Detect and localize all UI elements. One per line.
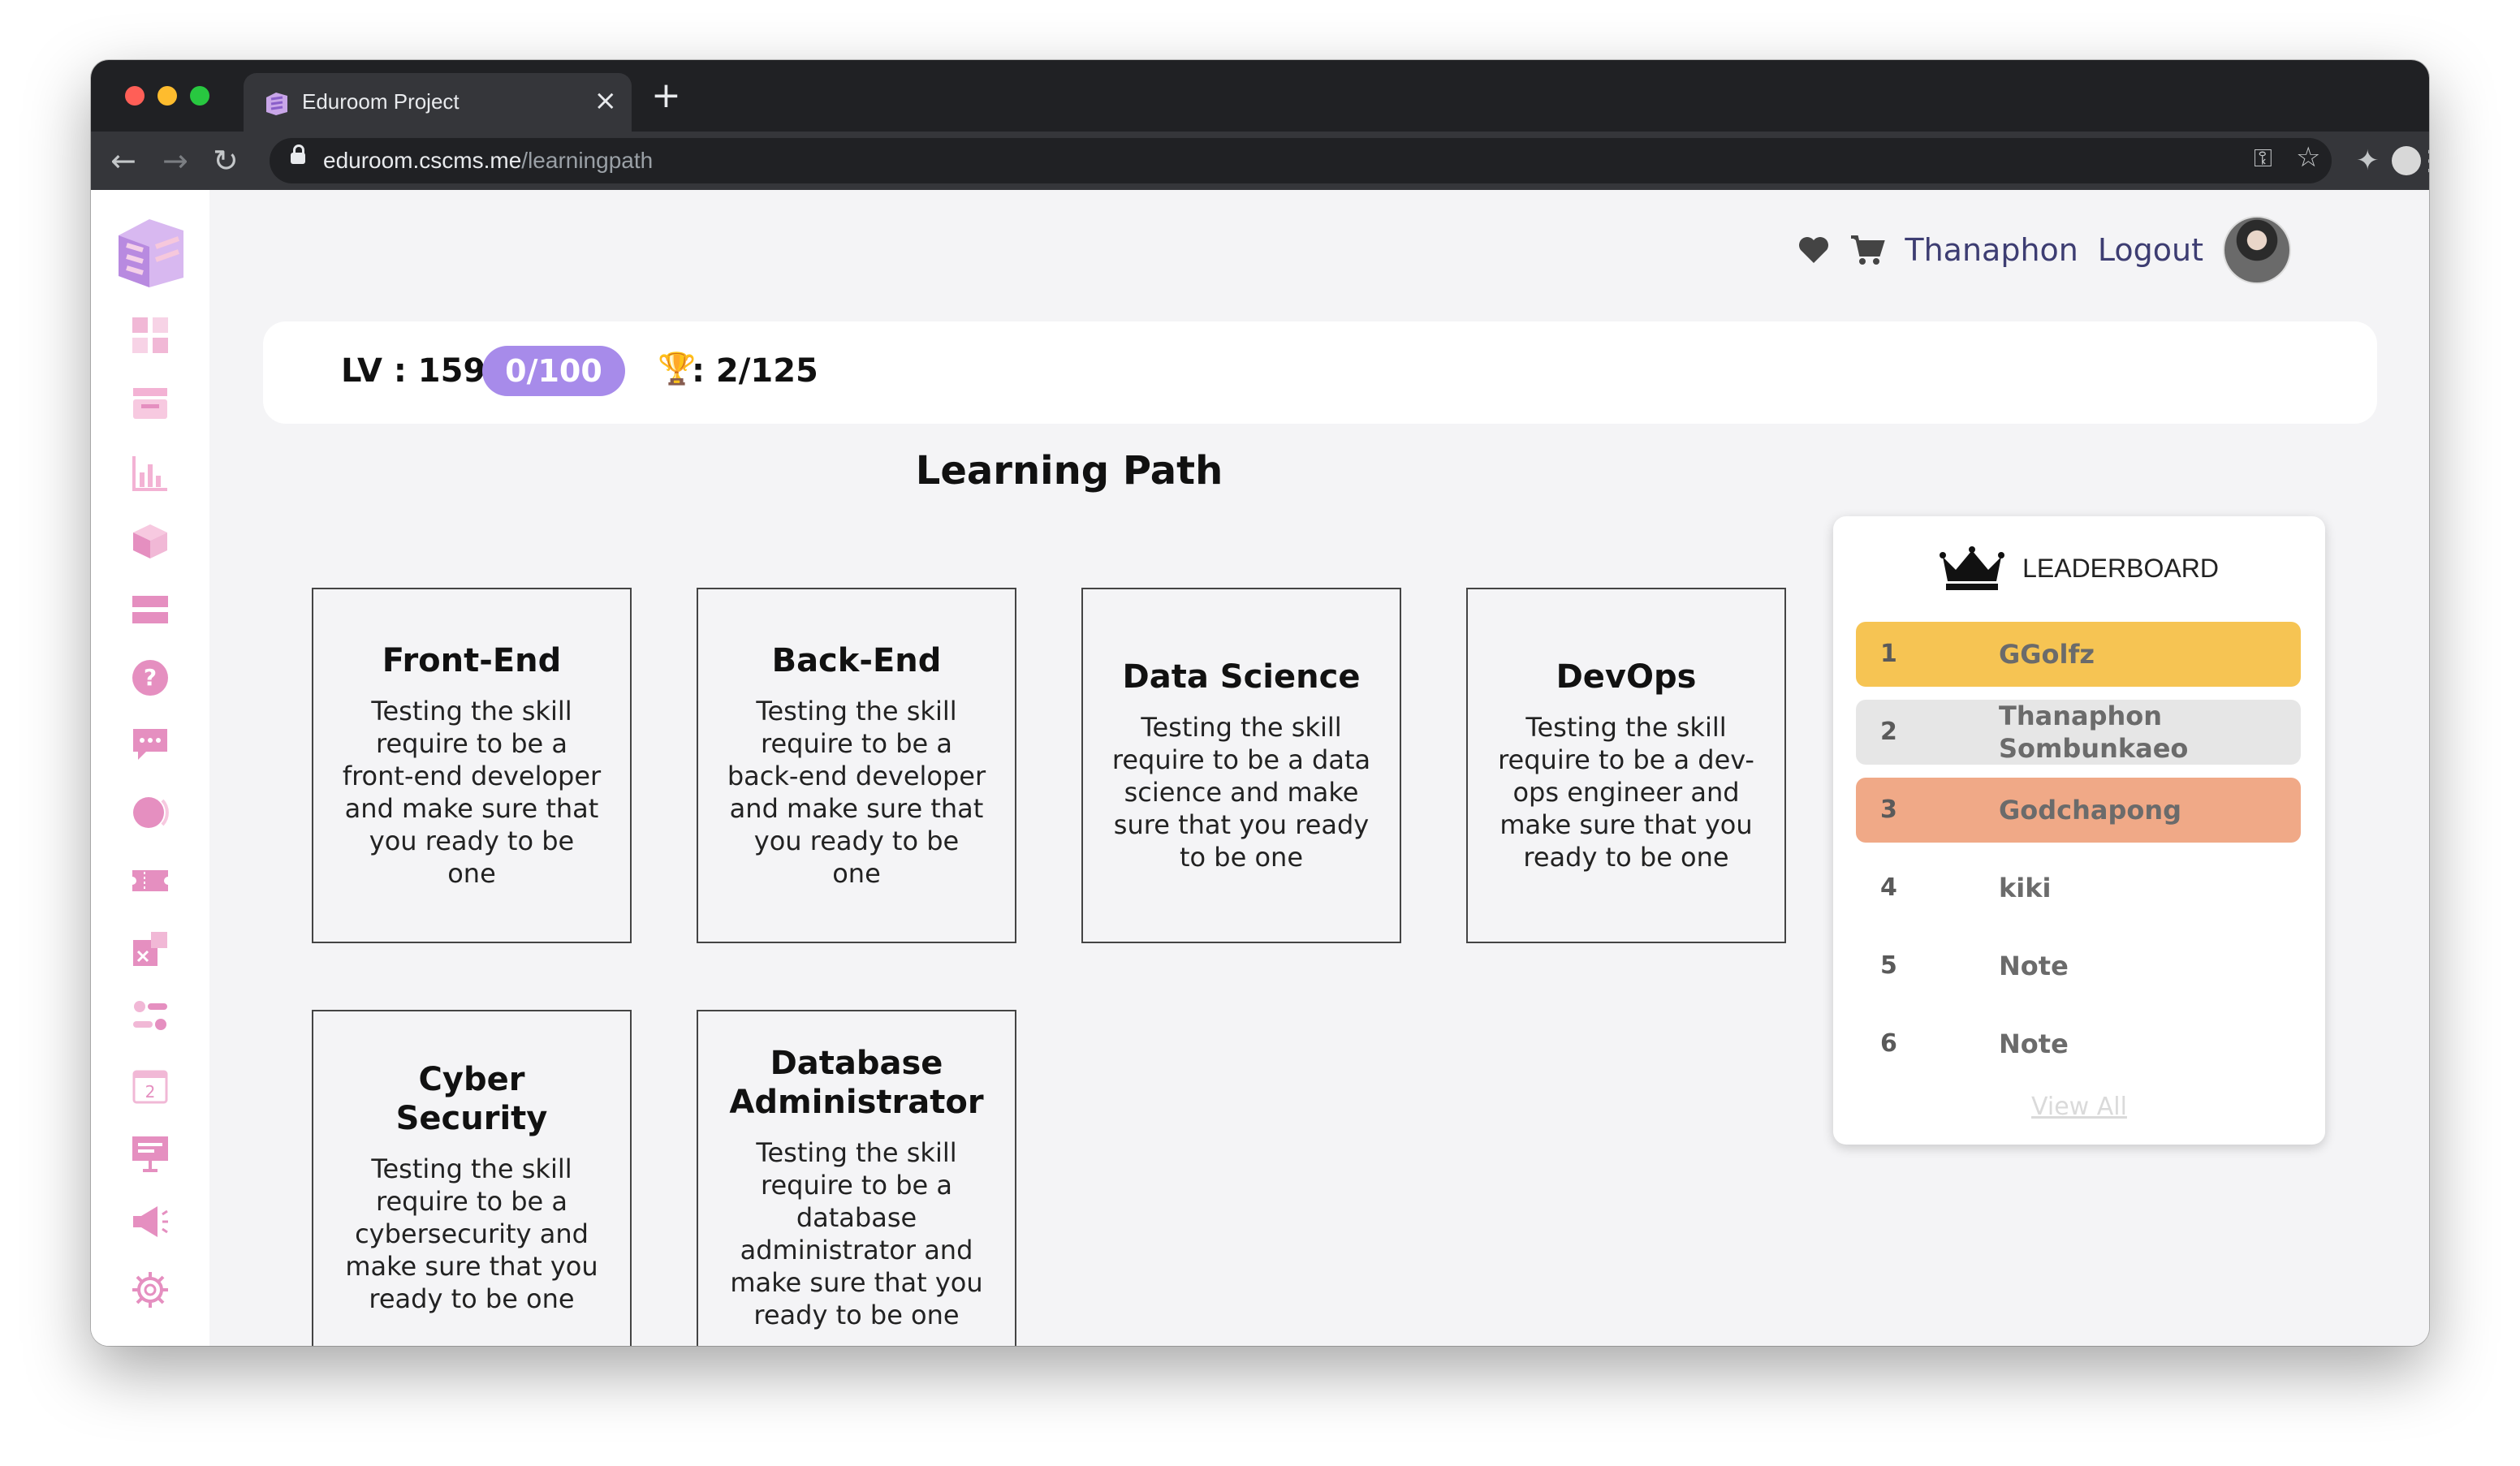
new-tab-button[interactable]: +: [651, 78, 681, 114]
logout-link[interactable]: Logout: [2098, 232, 2203, 268]
path-card-cyber-security[interactable]: Cyber Security Testing the skill require…: [312, 1010, 632, 1346]
rank: 2: [1880, 718, 1897, 746]
leaderboard-panel: LEADERBOARD 1 GGolfz 2 Thanaphon Sombunk…: [1833, 516, 2325, 1145]
browser-toolbar: ← → ↻ eduroom.cscms.me/learningpath ⚿ ☆ …: [91, 132, 2429, 190]
card-description: Testing the skill require to be a front-…: [342, 696, 602, 889]
player-name: Thanaphon Sombunkaeo: [1999, 701, 2189, 764]
lock-icon: [291, 144, 305, 164]
ticket-icon[interactable]: [128, 859, 172, 903]
pie-icon[interactable]: [128, 791, 172, 834]
toggle-icon[interactable]: [128, 994, 172, 1037]
cart-icon[interactable]: [1849, 234, 1886, 266]
leaderboard-row: 5 Note: [1856, 933, 2301, 998]
path-card-front-end[interactable]: Front-End Testing the skill require to b…: [312, 588, 632, 943]
forward-icon[interactable]: →: [162, 143, 188, 179]
card-description: Testing the skill require to be a dev-op…: [1498, 712, 1754, 873]
dashboard-icon[interactable]: [128, 313, 172, 357]
username-link[interactable]: Thanaphon: [1905, 232, 2078, 268]
rank: 6: [1880, 1029, 1897, 1058]
card-title: Data Science: [1122, 658, 1361, 696]
path-card-devops[interactable]: DevOps Testing the skill require to be a…: [1466, 588, 1786, 943]
gear-icon[interactable]: [128, 1268, 172, 1312]
presentation-icon[interactable]: [128, 1132, 172, 1175]
leaderboard-title: LEADERBOARD: [2022, 553, 2219, 583]
address-bar[interactable]: eduroom.cscms.me/learningpath ⚿ ☆: [270, 138, 2332, 183]
zoom-window-button[interactable]: [190, 86, 209, 106]
star-icon[interactable]: ☆: [2296, 141, 2320, 174]
xp-badge: 0/100: [482, 346, 625, 396]
svg-text:2: 2: [145, 1082, 156, 1102]
level-text: LV : 159: [341, 352, 486, 390]
leaderboard-row: 4 kiki: [1856, 856, 2301, 921]
key-icon[interactable]: ⚿: [2254, 143, 2272, 175]
browser-window: Eduroom Project × + ← → ↻ eduroom.cscms.…: [91, 60, 2429, 1346]
top-nav: Thanaphon Logout: [1797, 216, 2291, 284]
cube-icon[interactable]: [128, 520, 172, 563]
player-name: GGolfz: [1999, 639, 2095, 670]
crown-icon: [1940, 546, 2005, 590]
card-title: Database Administrator: [729, 1045, 984, 1121]
stats-bar: LV : 159 0/100 🏆 : 2/125: [263, 321, 2377, 424]
help-icon[interactable]: ?: [128, 656, 172, 700]
close-window-button[interactable]: [125, 86, 145, 106]
card-title: Front-End: [382, 642, 562, 679]
eduroom-favicon-icon: [266, 93, 287, 115]
path-card-back-end[interactable]: Back-End Testing the skill require to be…: [697, 588, 1016, 943]
path-card-data-science[interactable]: Data Science Testing the skill require t…: [1081, 588, 1401, 943]
leaderboard-row: 2 Thanaphon Sombunkaeo: [1856, 700, 2301, 765]
reload-icon[interactable]: ↻: [213, 143, 239, 179]
card-description: Testing the skill require to be a databa…: [730, 1137, 983, 1330]
trophy-icon: 🏆: [658, 351, 697, 386]
heart-icon[interactable]: [1797, 235, 1830, 265]
view-all-link[interactable]: View All: [1833, 1093, 2325, 1121]
rank: 5: [1880, 951, 1897, 980]
minimize-window-button[interactable]: [158, 86, 177, 106]
svg-text:?: ?: [144, 664, 157, 691]
inbox-icon[interactable]: [128, 382, 172, 425]
card-description: Testing the skill require to be a cybers…: [345, 1153, 598, 1314]
player-name: Note: [1999, 951, 2069, 981]
card-title: Back-End: [771, 642, 942, 679]
card-title: DevOps: [1556, 658, 1697, 696]
tab-strip: Eduroom Project × +: [91, 60, 2429, 132]
sidebar: ? 2: [91, 190, 209, 1346]
leaderboard-row: 6 Note: [1856, 1011, 2301, 1076]
eduroom-logo-icon[interactable]: [115, 214, 185, 289]
rank: 3: [1880, 796, 1897, 824]
card-description: Testing the skill require to be a back-e…: [727, 696, 986, 889]
page-title: Learning Path: [915, 448, 1223, 494]
leaderboard-header: LEADERBOARD: [1833, 544, 2325, 593]
rank: 4: [1880, 873, 1897, 902]
chat-icon[interactable]: [128, 722, 172, 766]
close-tab-icon[interactable]: ×: [594, 84, 618, 117]
user-avatar[interactable]: [2223, 216, 2291, 284]
card-title: Cyber Security: [395, 1061, 548, 1137]
menu-icon[interactable]: ⋮: [2416, 144, 2429, 177]
leaderboard-row: 1 GGolfz: [1856, 622, 2301, 687]
browser-tab[interactable]: Eduroom Project ×: [244, 73, 632, 132]
chart-icon[interactable]: [128, 451, 172, 495]
card-description: Testing the skill require to be a data s…: [1111, 712, 1371, 873]
page: ? 2 Thanaphon Logout LV: 159 0/100 🏆: …: [91, 190, 2429, 1346]
back-icon[interactable]: ←: [110, 143, 136, 179]
list-icon[interactable]: [128, 588, 172, 632]
path-card-database-administrator[interactable]: Database Administrator Testing the skill…: [697, 1010, 1016, 1346]
puzzle-icon[interactable]: [128, 927, 172, 971]
player-name: kiki: [1999, 873, 2052, 903]
tab-title: Eduroom Project: [302, 89, 460, 114]
rank: 1: [1880, 640, 1897, 668]
url-text: eduroom.cscms.me/learningpath: [323, 148, 654, 173]
player-name: Note: [1999, 1028, 2069, 1059]
leaderboard-row: 3 Godchapong: [1856, 778, 2301, 843]
trophy-count: : 2/125: [692, 352, 818, 390]
extensions-icon[interactable]: ✦: [2356, 144, 2380, 177]
calendar-icon[interactable]: 2: [128, 1063, 172, 1107]
megaphone-icon[interactable]: [128, 1200, 172, 1244]
player-name: Godchapong: [1999, 795, 2182, 826]
